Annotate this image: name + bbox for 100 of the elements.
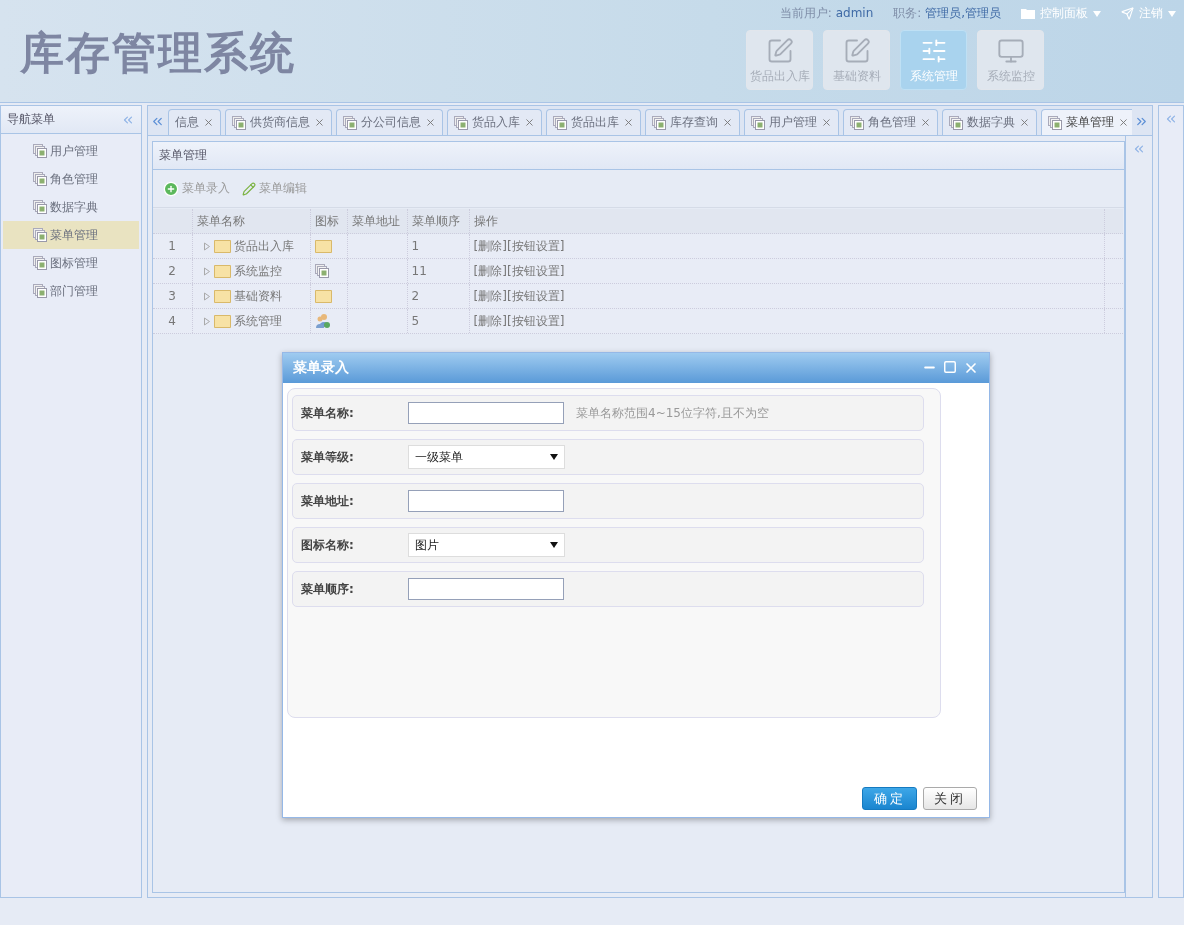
dialog-title: 菜单录入 bbox=[293, 359, 349, 377]
field-label: 菜单地址: bbox=[301, 492, 355, 510]
tab[interactable]: 分公司信息 bbox=[335, 109, 443, 135]
field-label: 菜单名称: bbox=[301, 404, 355, 422]
row-number: 1 bbox=[168, 239, 176, 253]
pages-icon bbox=[33, 228, 47, 242]
folder-icon bbox=[213, 239, 231, 253]
maximize-icon[interactable] bbox=[943, 360, 957, 374]
column-header: 菜单顺序 bbox=[411, 212, 460, 230]
sidebar-item[interactable]: 用户管理 bbox=[3, 137, 139, 165]
panel-title: 菜单管理 bbox=[158, 147, 207, 164]
sidebar-item[interactable]: 图标管理 bbox=[3, 249, 139, 277]
action-links[interactable]: [删除][按钮设置] bbox=[473, 237, 565, 255]
row-number: 3 bbox=[168, 289, 176, 303]
select-field[interactable]: 一级菜单 bbox=[408, 445, 565, 469]
table-cell: 5 bbox=[411, 314, 420, 328]
pages-icon bbox=[453, 115, 468, 130]
pages-icon bbox=[33, 172, 47, 186]
action-links[interactable]: [删除][按钮设置] bbox=[473, 312, 565, 330]
close-icon[interactable] bbox=[1117, 117, 1129, 128]
pages-icon bbox=[33, 256, 47, 270]
toolbar-button[interactable]: 菜单录入 bbox=[162, 180, 230, 197]
select-field[interactable]: 图片 bbox=[408, 533, 565, 557]
app-title: 库存管理系统 bbox=[19, 26, 296, 80]
pages-icon bbox=[948, 115, 963, 130]
close-icon[interactable] bbox=[523, 117, 535, 128]
input-field[interactable] bbox=[408, 402, 564, 424]
close-icon[interactable] bbox=[1018, 117, 1030, 128]
folder-icon bbox=[1021, 8, 1035, 19]
column-header: 操作 bbox=[473, 212, 498, 230]
input-field[interactable] bbox=[408, 490, 564, 512]
sidebar-item[interactable]: 数据字典 bbox=[3, 193, 139, 221]
sidebar-item[interactable]: 角色管理 bbox=[3, 165, 139, 193]
monitor-icon bbox=[996, 37, 1025, 65]
caret-icon bbox=[550, 542, 558, 548]
add-icon bbox=[162, 180, 179, 197]
confirm-button[interactable]: 确定 bbox=[862, 787, 917, 810]
close-icon[interactable] bbox=[963, 360, 979, 376]
row-number: 2 bbox=[168, 264, 176, 278]
sidebar-item[interactable]: 菜单管理 bbox=[3, 221, 139, 249]
close-icon[interactable] bbox=[820, 117, 832, 128]
folder-icon bbox=[213, 314, 231, 328]
sidebar-item[interactable]: 部门管理 bbox=[3, 277, 139, 305]
pencil-icon bbox=[241, 181, 256, 196]
tab[interactable]: 货品出库 bbox=[545, 109, 641, 135]
table-cell: 货品出入库 bbox=[233, 237, 294, 255]
caret-icon bbox=[550, 454, 558, 460]
close-icon[interactable] bbox=[919, 117, 931, 128]
pages-icon bbox=[33, 200, 47, 214]
field-label: 菜单顺序: bbox=[301, 580, 355, 598]
pages-icon bbox=[33, 144, 47, 158]
table-cell: 系统监控 bbox=[233, 262, 282, 280]
input-field[interactable] bbox=[408, 578, 564, 600]
tab[interactable]: 货品入库 bbox=[446, 109, 542, 135]
expand-icon[interactable] bbox=[202, 316, 211, 326]
table-cell: 2 bbox=[411, 289, 420, 303]
pages-icon bbox=[552, 115, 567, 130]
folder-icon bbox=[314, 239, 332, 253]
expand-icon[interactable] bbox=[202, 291, 211, 301]
close-icon[interactable] bbox=[622, 117, 634, 128]
table-cell: 基础资料 bbox=[233, 287, 282, 305]
expand-icon[interactable] bbox=[202, 266, 211, 276]
current-user: 当前用户: admin bbox=[779, 5, 874, 22]
pages-icon bbox=[651, 115, 666, 130]
tab[interactable]: 库存查询 bbox=[644, 109, 740, 135]
pages-icon bbox=[33, 284, 47, 298]
field-label: 图标名称: bbox=[301, 536, 355, 554]
tab[interactable]: 菜单管理 bbox=[1040, 109, 1132, 135]
send-icon bbox=[1121, 7, 1134, 20]
row-number: 4 bbox=[168, 314, 176, 328]
close-button[interactable]: 关闭 bbox=[923, 787, 977, 810]
action-links[interactable]: [删除][按钮设置] bbox=[473, 287, 565, 305]
folder-icon bbox=[314, 289, 332, 303]
close-icon[interactable] bbox=[313, 117, 325, 128]
pages-icon bbox=[1047, 115, 1062, 130]
toolbar-button[interactable]: 菜单编辑 bbox=[241, 180, 307, 197]
column-header: 菜单地址 bbox=[351, 212, 400, 230]
tab[interactable]: 用户管理 bbox=[743, 109, 839, 135]
tab[interactable]: 信息 bbox=[167, 109, 221, 135]
pages-icon bbox=[314, 264, 329, 278]
table-cell: 1 bbox=[411, 239, 420, 253]
folder-icon bbox=[213, 289, 231, 303]
pages-icon bbox=[231, 115, 246, 130]
table-cell: 系统管理 bbox=[233, 312, 282, 330]
expand-icon[interactable] bbox=[202, 241, 211, 251]
tab[interactable]: 数据字典 bbox=[941, 109, 1037, 135]
tab[interactable]: 供货商信息 bbox=[224, 109, 332, 135]
pages-icon bbox=[849, 115, 864, 130]
close-icon[interactable] bbox=[424, 117, 436, 128]
tab[interactable]: 角色管理 bbox=[842, 109, 938, 135]
field-label: 菜单等级: bbox=[301, 448, 355, 466]
pages-icon bbox=[750, 115, 765, 130]
user-role: 职务: 管理员,管理员 bbox=[893, 5, 1001, 22]
folder-icon bbox=[213, 264, 231, 278]
close-icon[interactable] bbox=[721, 117, 733, 128]
column-header: 菜单名称 bbox=[196, 212, 245, 230]
close-icon[interactable] bbox=[202, 117, 214, 128]
caret-icon bbox=[1093, 10, 1101, 17]
action-links[interactable]: [删除][按钮设置] bbox=[473, 262, 565, 280]
field-hint: 菜单名称范围4~15位字符,且不为空 bbox=[576, 404, 769, 422]
